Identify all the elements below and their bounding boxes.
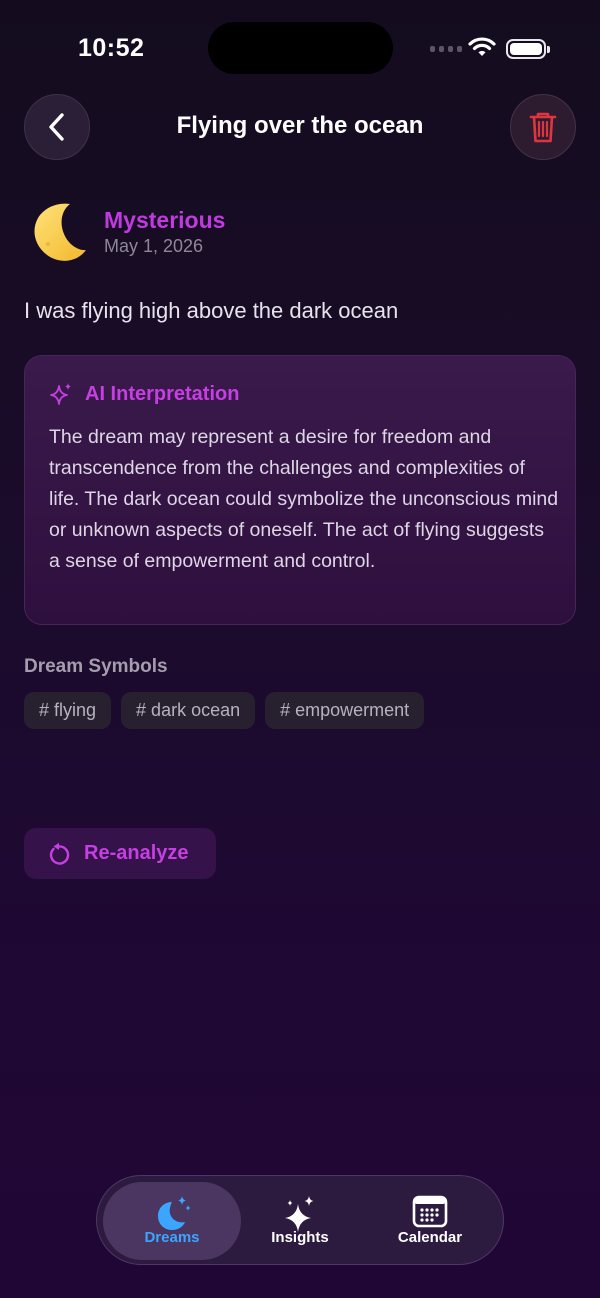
calendar-icon: [412, 1195, 448, 1228]
interpretation-title: AI Interpretation: [85, 382, 240, 405]
tab-dreams[interactable]: Dreams: [103, 1182, 241, 1260]
trash-icon: [529, 112, 557, 143]
symbol-chip-dark-ocean[interactable]: # dark ocean: [121, 692, 256, 729]
delete-button[interactable]: [510, 94, 576, 160]
mood-label: Mysterious: [104, 207, 226, 233]
refresh-icon: [49, 842, 70, 865]
dynamic-island: [208, 22, 393, 74]
chevron-left-icon: [49, 113, 64, 141]
interpretation-text: The dream may represent a desire for fre…: [49, 426, 559, 572]
sparkles-icon: [50, 383, 71, 405]
tab-calendar[interactable]: Calendar: [361, 1182, 499, 1260]
symbol-list: # flying # dark ocean # empowerment: [24, 692, 425, 729]
crescent-moon-icon: [34, 203, 86, 261]
battery-icon: [506, 39, 550, 59]
symbol-chip-flying[interactable]: # flying: [24, 692, 112, 729]
interpretation-header: AI Interpretation: [49, 382, 239, 406]
reanalyze-label: Re-analyze: [84, 842, 189, 864]
tab-bar: Dreams Insights Calendar: [96, 1175, 504, 1265]
cellular-signal-icon: [430, 46, 462, 52]
back-button[interactable]: [24, 94, 90, 160]
sparkles-icon: [285, 1196, 314, 1232]
symbol-chip-empowerment[interactable]: # empowerment: [265, 692, 425, 729]
page-title: Flying over the ocean: [176, 112, 424, 139]
status-time: 10:52: [78, 34, 145, 62]
ai-interpretation-card: AI Interpretation The dream may represen…: [24, 355, 576, 625]
symbols-title: Dream Symbols: [24, 656, 168, 677]
dream-date: May 1, 2026: [104, 236, 204, 256]
tab-label-calendar: Calendar: [397, 1229, 463, 1246]
moon-stars-icon: [158, 1196, 191, 1230]
tab-insights[interactable]: Insights: [231, 1182, 369, 1260]
wifi-icon: [468, 37, 496, 56]
status-bar: 10:52: [0, 0, 600, 96]
dream-description: I was flying high above the dark ocean: [24, 298, 399, 323]
reanalyze-button[interactable]: Re-analyze: [24, 828, 216, 879]
